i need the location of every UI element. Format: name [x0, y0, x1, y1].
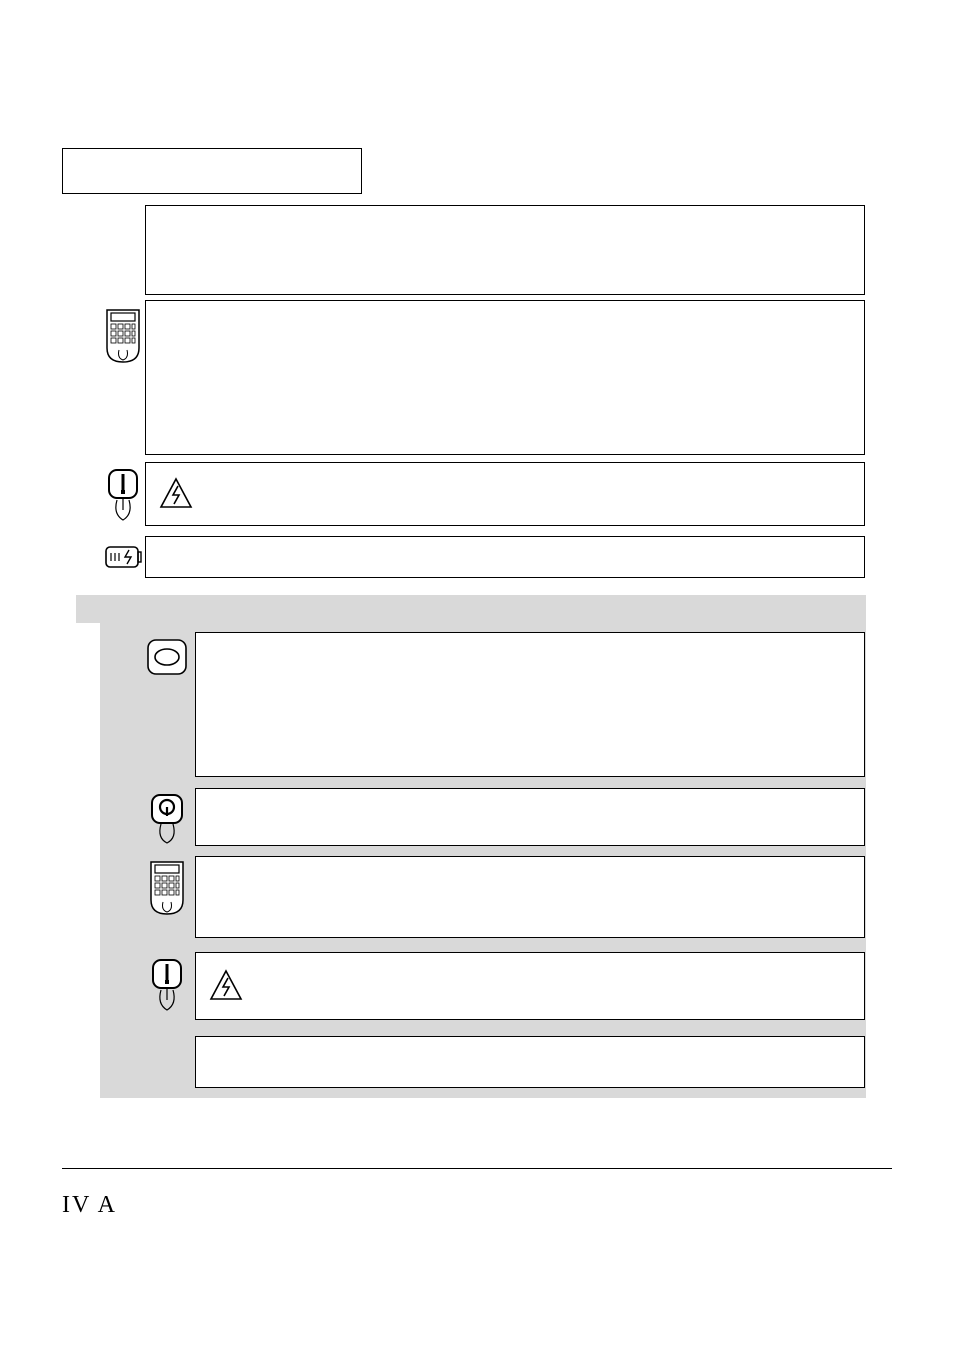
battery-charge-icon — [103, 540, 143, 574]
instruction-row — [195, 1036, 865, 1088]
page: IV A — [0, 0, 954, 1351]
instruction-row — [145, 536, 865, 578]
calculator-icon — [146, 860, 188, 916]
warning-bolt-icon — [208, 968, 244, 1004]
warning-bolt-icon — [158, 476, 194, 512]
instruction-row-warning — [145, 462, 865, 526]
switch-on-icon — [146, 956, 188, 1012]
instruction-row — [195, 856, 865, 938]
page-footer-label: IV A — [62, 1192, 117, 1219]
ellipse-icon — [146, 638, 188, 676]
calculator-icon — [103, 308, 143, 364]
footer-rule — [62, 1168, 892, 1169]
instruction-row — [195, 632, 865, 777]
instruction-row — [195, 788, 865, 846]
instruction-row-warning — [195, 952, 865, 1020]
instruction-row — [145, 205, 865, 295]
section-shade-top — [76, 595, 866, 623]
instruction-row — [145, 300, 865, 455]
switch-off-icon — [146, 792, 188, 844]
section-title-box — [62, 148, 362, 194]
switch-on-icon — [103, 466, 143, 522]
